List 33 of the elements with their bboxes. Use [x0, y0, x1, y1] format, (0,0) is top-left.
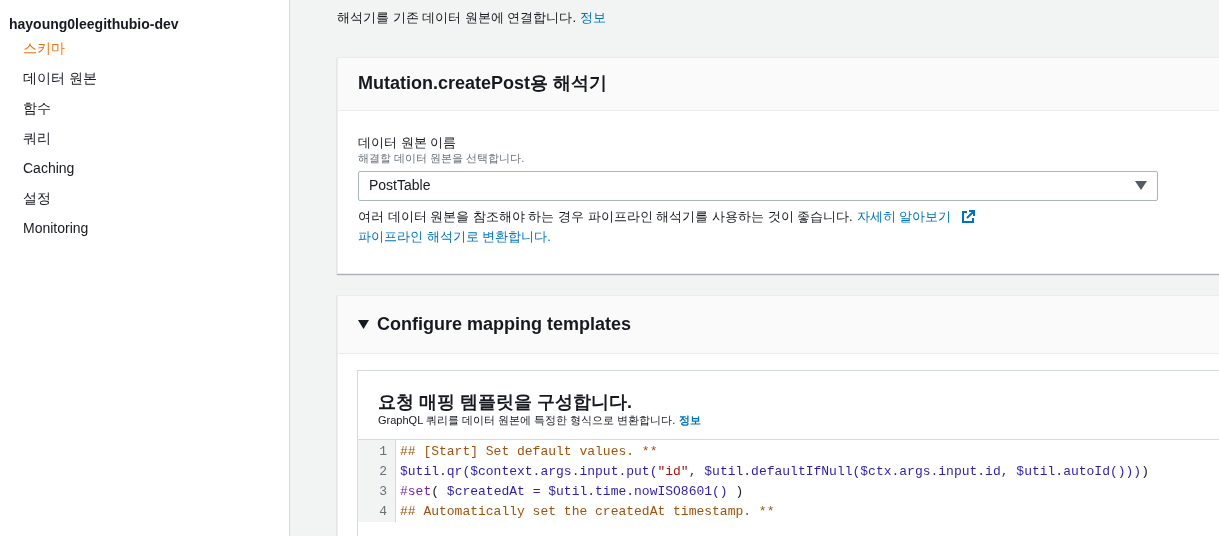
sidebar-item[interactable]: 설정: [23, 188, 51, 218]
info-link[interactable]: 정보: [679, 412, 702, 427]
caret-icon: [358, 319, 369, 329]
code-line: #set( $createdAt = $util.time.nowISO8601() ): [400, 482, 745, 501]
convert-link[interactable]: 파이프라인 해석기로 변환합니다.: [358, 226, 551, 247]
line-number: 3: [379, 482, 387, 501]
section-title: Configure mapping templates: [377, 312, 632, 336]
sidebar-item[interactable]: Monitoring: [23, 218, 89, 248]
external-link-icon: [961, 209, 976, 224]
field-hint: 해결할 데이터 원본을 선택합니다.: [358, 150, 526, 165]
caret-icon: [1135, 181, 1147, 190]
intro-text: 해석기를 기존 데이터 원본에 연결합니다.: [337, 9, 577, 27]
template-description: GraphQL 쿼리를 데이터 원본에 특정한 형식으로 변환합니다.: [378, 412, 676, 427]
data-source-select[interactable]: PostTable: [358, 170, 1158, 201]
template-title: 요청 매핑 템플릿을 구성합니다.: [378, 390, 633, 413]
line-number: 4: [379, 502, 387, 521]
mapping-header[interactable]: Configure mapping templates: [338, 295, 1219, 354]
pipeline-note: 여러 데이터 원본을 참조해야 하는 경우 파이프라인 해석기를 사용하는 것이 좋습니다.: [358, 207, 853, 226]
learn-more-link[interactable]: 자세히 알아보기: [856, 206, 952, 227]
sidebar-item[interactable]: 쿼리: [23, 128, 51, 158]
api-name: hayoung0leegithubio-dev: [9, 15, 179, 34]
info-link[interactable]: 정보: [580, 8, 607, 28]
sidebar-item[interactable]: Caching: [23, 158, 75, 188]
code-line: $util.qr($context.args.input.put("id", $util.defaultIfNull($ctx.args.input.id, $util.autoId()))): [400, 462, 1149, 481]
code-line: ## Automatically set the createdAt timestamp. **: [400, 502, 776, 521]
card-title: Mutation.createPost용 해석기: [358, 72, 608, 95]
field-label: 데이터 원본 이름: [358, 134, 458, 151]
code-line: ## [Start] Set default values. **: [400, 442, 659, 461]
line-number: 2: [379, 462, 387, 481]
code-editor[interactable]: [358, 438, 1219, 522]
sidebar-item[interactable]: 함수: [23, 98, 51, 128]
sidebar-item[interactable]: 데이터 원본: [23, 68, 97, 98]
line-number: 1: [379, 442, 387, 461]
